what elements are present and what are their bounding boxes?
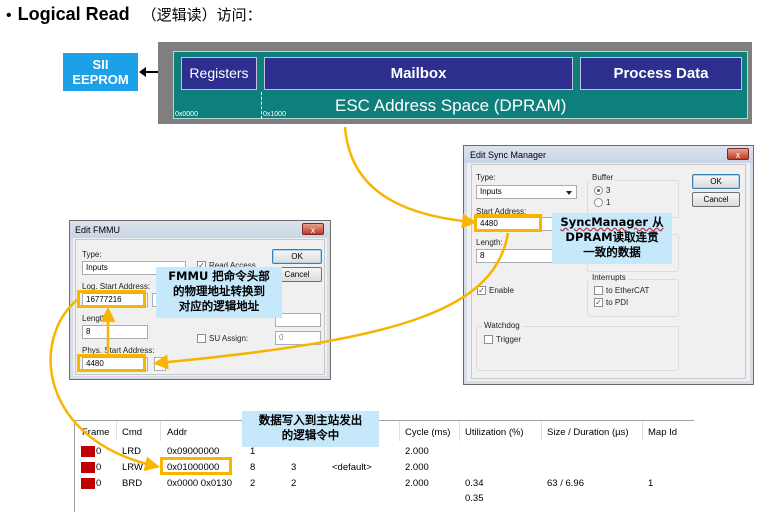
dpram-to-sm-arrow — [343, 126, 477, 229]
callout-line: 一致的数据 — [583, 245, 641, 259]
callout-line: 数据写入到主站发出 — [258, 413, 363, 427]
callout-line: 对应的逻辑地址 — [178, 299, 260, 313]
callout-line: FMMU 把命令头部 — [168, 269, 270, 283]
callout-line: DPRAM读取连贯 — [565, 230, 659, 244]
log-to-lrw-arrow — [49, 299, 160, 472]
callout-line: SyncManager 从 — [560, 215, 664, 229]
fmmu-callout: FMMU 把命令头部 的物理地址转换到 对应的逻辑地址 — [156, 267, 282, 318]
callout-line: 的物理地址转换到 — [173, 284, 265, 298]
callout-line: 的逻辑令中 — [281, 428, 340, 442]
sync-manager-callout: SyncManager 从 DPRAM读取连贯 一致的数据 — [552, 213, 672, 264]
command-callout: 数据写入到主站发出 的逻辑令中 — [242, 411, 379, 447]
